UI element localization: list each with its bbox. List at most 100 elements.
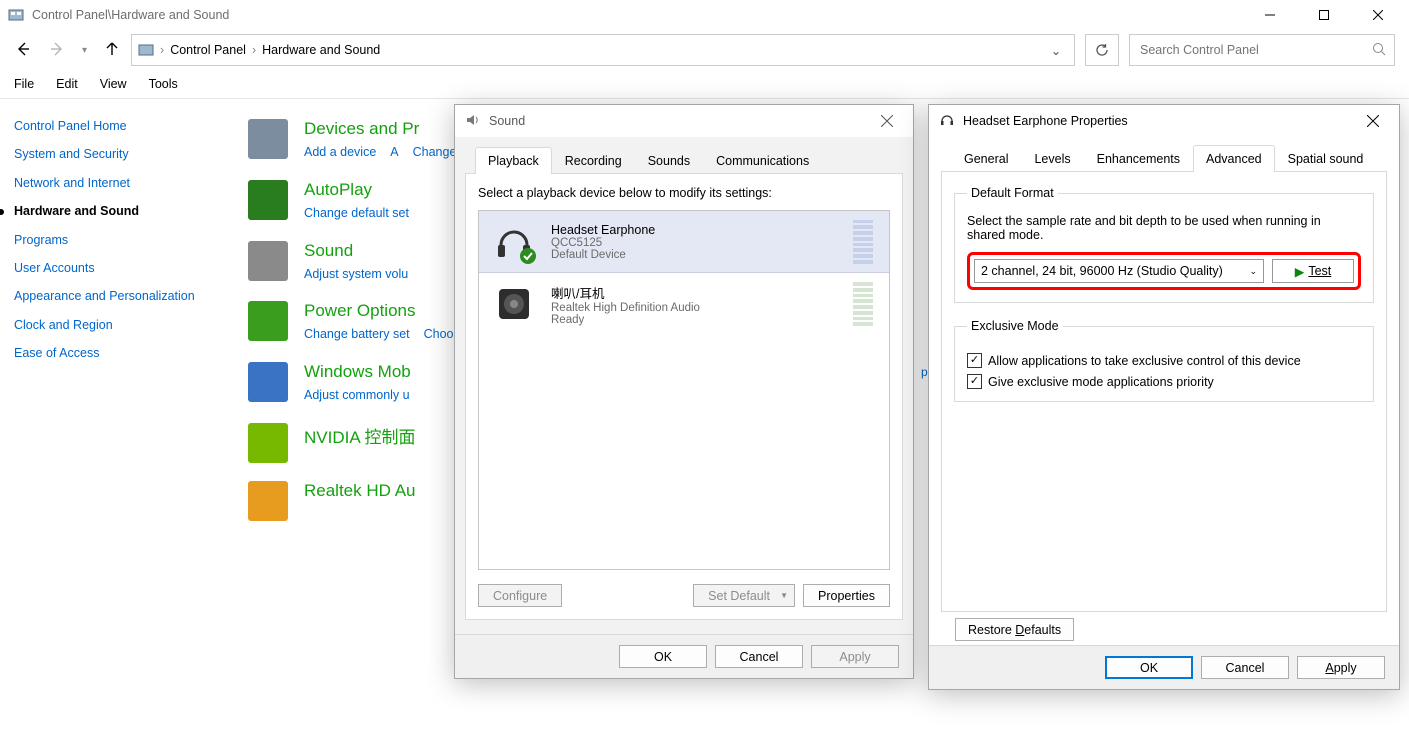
sidebar-item[interactable]: Hardware and Sound <box>14 204 208 218</box>
device-status: Default Device <box>551 249 655 261</box>
sound-icon <box>465 112 481 131</box>
level-meter <box>853 282 873 326</box>
category-link[interactable]: Change default set <box>304 204 409 223</box>
explorer-titlebar: Control Panel\Hardware and Sound <box>0 0 1409 30</box>
category-heading[interactable]: Realtek HD Au <box>304 481 416 501</box>
sound-tabs: PlaybackRecordingSoundsCommunications <box>465 147 903 174</box>
category-link[interactable]: Add a device <box>304 143 376 162</box>
breadcrumb-item[interactable]: Control Panel <box>170 43 246 57</box>
properties-dialog-title: Headset Earphone Properties <box>963 114 1349 128</box>
category-icon <box>248 481 288 521</box>
cancel-button[interactable]: Cancel <box>1201 656 1289 679</box>
ok-button[interactable]: OK <box>619 645 707 668</box>
tab-communications[interactable]: Communications <box>703 147 822 174</box>
sidebar-item[interactable]: Control Panel Home <box>14 119 208 133</box>
maximize-button[interactable] <box>1301 0 1347 30</box>
menu-bar: File Edit View Tools <box>0 70 1409 99</box>
tab-levels[interactable]: Levels <box>1021 145 1083 172</box>
category-icon <box>248 362 288 402</box>
sidebar-item[interactable]: User Accounts <box>14 261 208 275</box>
tab-recording[interactable]: Recording <box>552 147 635 174</box>
cancel-button[interactable]: Cancel <box>715 645 803 668</box>
close-icon[interactable] <box>871 107 903 135</box>
category-icon <box>248 119 288 159</box>
tab-general[interactable]: General <box>951 145 1021 172</box>
device-status: Ready <box>551 314 700 326</box>
device-driver: Realtek High Definition Audio <box>551 302 700 314</box>
properties-dialog: Headset Earphone Properties GeneralLevel… <box>928 104 1400 690</box>
playback-device-item[interactable]: 喇叭/耳机Realtek High Definition AudioReady <box>479 273 889 335</box>
menu-file[interactable]: File <box>14 77 34 91</box>
category-link[interactable]: Adjust commonly u <box>304 386 410 405</box>
sidebar-item[interactable]: Ease of Access <box>14 346 208 360</box>
chevron-down-icon: ⌄ <box>1249 266 1257 277</box>
nav-forward-button[interactable] <box>48 40 66 61</box>
close-button[interactable] <box>1355 0 1401 30</box>
sidebar-item[interactable]: System and Security <box>14 147 208 161</box>
address-bar[interactable]: › Control Panel › Hardware and Sound ⌄ <box>131 34 1075 66</box>
level-meter <box>853 220 873 264</box>
tab-sounds[interactable]: Sounds <box>635 147 703 174</box>
default-format-description: Select the sample rate and bit depth to … <box>967 214 1361 242</box>
refresh-button[interactable] <box>1085 34 1119 66</box>
explorer-title: Control Panel\Hardware and Sound <box>32 8 229 22</box>
test-button[interactable]: ▶ Test <box>1272 259 1354 283</box>
exclusive-control-checkbox[interactable]: ✓ Allow applications to take exclusive c… <box>967 353 1361 368</box>
category-icon <box>248 241 288 281</box>
tab-spatial-sound[interactable]: Spatial sound <box>1275 145 1377 172</box>
nav-up-button[interactable] <box>103 40 121 61</box>
sample-format-dropdown[interactable]: 2 channel, 24 bit, 96000 Hz (Studio Qual… <box>974 259 1264 283</box>
speaker-icon <box>491 281 537 327</box>
apply-button[interactable]: Apply <box>811 645 899 668</box>
sound-dialog-title: Sound <box>489 114 863 128</box>
minimize-button[interactable] <box>1247 0 1293 30</box>
playback-device-item[interactable]: Headset EarphoneQCC5125Default Device <box>479 211 889 273</box>
search-icon <box>1372 42 1386 59</box>
control-panel-icon <box>8 7 24 23</box>
breadcrumb-item[interactable]: Hardware and Sound <box>262 43 380 57</box>
menu-edit[interactable]: Edit <box>56 77 78 91</box>
tab-playback[interactable]: Playback <box>475 147 552 174</box>
category-link[interactable]: Adjust system volu <box>304 265 408 284</box>
properties-tabs: GeneralLevelsEnhancementsAdvancedSpatial… <box>941 145 1387 172</box>
ok-button[interactable]: OK <box>1105 656 1193 679</box>
category-heading[interactable]: Windows Mob <box>304 362 411 382</box>
explorer-nav: ▾ › Control Panel › Hardware and Sound ⌄ <box>0 30 1409 70</box>
configure-button[interactable]: Configure <box>478 584 562 607</box>
tab-enhancements[interactable]: Enhancements <box>1084 145 1193 172</box>
sidebar: Control Panel Home System and Security Net… <box>14 119 208 539</box>
sidebar-item[interactable]: Clock and Region <box>14 318 208 332</box>
checkbox-checked-icon: ✓ <box>967 353 982 368</box>
category-heading[interactable]: AutoPlay <box>304 180 409 200</box>
properties-button[interactable]: Properties <box>803 584 890 607</box>
set-default-button[interactable]: Set Default▼ <box>693 584 795 607</box>
address-dropdown[interactable]: ⌄ <box>1044 43 1068 58</box>
category-heading[interactable]: Sound <box>304 241 408 261</box>
exclusive-mode-group: Exclusive Mode ✓ Allow applications to t… <box>954 319 1374 402</box>
tab-advanced[interactable]: Advanced <box>1193 145 1275 172</box>
sidebar-item[interactable]: Network and Internet <box>14 176 208 190</box>
search-box[interactable] <box>1129 34 1395 66</box>
device-driver: QCC5125 <box>551 237 655 249</box>
control-panel-icon <box>138 42 154 58</box>
default-format-group: Default Format Select the sample rate an… <box>954 186 1374 303</box>
play-icon: ▶ <box>1295 264 1305 279</box>
menu-tools[interactable]: Tools <box>149 77 178 91</box>
exclusive-priority-checkbox[interactable]: ✓ Give exclusive mode applications prior… <box>967 374 1361 389</box>
playback-device-list: Headset EarphoneQCC5125Default Device喇叭/… <box>478 210 890 570</box>
category-heading[interactable]: NVIDIA 控制面 <box>304 423 415 448</box>
apply-button[interactable]: Apply <box>1297 656 1385 679</box>
default-format-legend: Default Format <box>967 186 1058 200</box>
sample-format-value: 2 channel, 24 bit, 96000 Hz (Studio Qual… <box>981 264 1223 278</box>
category-link[interactable]: Change battery set <box>304 325 410 344</box>
sound-dialog-buttons: OK Cancel Apply <box>455 634 913 678</box>
sidebar-item[interactable]: Appearance and Personalization <box>14 289 208 303</box>
menu-view[interactable]: View <box>100 77 127 91</box>
sidebar-item[interactable]: Programs <box>14 233 208 247</box>
close-icon[interactable] <box>1357 107 1389 135</box>
search-input[interactable] <box>1138 42 1366 58</box>
nav-history-dropdown[interactable]: ▾ <box>82 45 87 56</box>
nav-back-button[interactable] <box>14 40 32 61</box>
category-link[interactable]: A <box>390 143 398 162</box>
restore-defaults-button[interactable]: Restore Defaults <box>955 618 1074 641</box>
